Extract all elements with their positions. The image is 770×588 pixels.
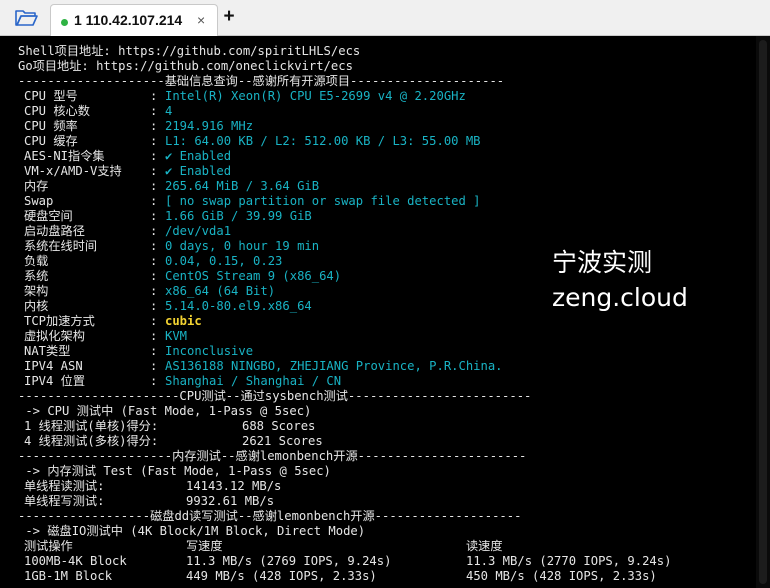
watermark-line1: 宁波实测 [552, 248, 653, 277]
info-key: AES-NI指令集 [24, 149, 105, 163]
info-separator: : [150, 224, 158, 238]
tab-bar: 1 110.42.107.214 × + [0, 0, 770, 36]
watermark-line2: zeng.cloud [552, 283, 688, 312]
info-key: 系统在线时间 [24, 239, 98, 253]
info-value: 0.04, 0.15, 0.23 [165, 254, 283, 268]
info-key: 系统 [24, 269, 49, 283]
result-label: 单线程读测试: [24, 479, 105, 493]
terminal-output[interactable]: Shell项目地址: https://github.com/spiritLHLS… [0, 36, 770, 588]
disk-read-speed: 11.3 MB/s (2770 IOPS, 9.24s) [466, 554, 672, 568]
info-value: Inconclusive [165, 344, 254, 358]
result-value: 14143.12 MB/s [186, 479, 282, 493]
info-key: IPV4 位置 [24, 374, 86, 388]
result-label: 1 线程测试(单核)得分: [24, 419, 159, 433]
info-separator: : [150, 374, 158, 388]
shell-repo-text: Shell项目地址: https://github.com/spiritLHLS… [18, 44, 361, 58]
tab-title: 1 110.42.107.214 [74, 12, 183, 28]
disk-write-speed: 449 MB/s (428 IOPS, 2.33s) [186, 569, 377, 583]
info-separator: : [150, 209, 158, 223]
info-key: VM-x/AMD-V支持 [24, 164, 122, 178]
info-value: AS136188 NINGBO, ZHEJIANG Province, P.R.… [165, 359, 503, 373]
memory-test-mode: -> 内存测试 Test (Fast Mode, 1-Pass @ 5sec) [18, 464, 331, 478]
connection-status-dot [61, 19, 68, 26]
info-key: IPV4 ASN [24, 359, 83, 373]
info-separator: : [150, 269, 158, 283]
info-key: 启动盘路径 [24, 224, 85, 238]
info-value: 265.64 MiB / 3.64 GiB [165, 179, 320, 193]
info-value-highlight: cubic [165, 314, 202, 328]
result-value: 2621 Scores [242, 434, 323, 448]
info-key: 虚拟化架构 [24, 329, 85, 343]
info-value: CentOS Stream 9 (x86_64) [165, 269, 342, 283]
cpu-test-mode: -> CPU 测试中 (Fast Mode, 1-Pass @ 5sec) [18, 404, 312, 418]
info-separator: : [150, 89, 158, 103]
info-key: CPU 核心数 [24, 104, 90, 118]
info-key: 负载 [24, 254, 49, 268]
section-header-disk: ------------------磁盘dd读写测试--感谢lemonbench… [18, 509, 522, 523]
info-key: 内存 [24, 179, 49, 193]
info-separator: : [150, 104, 158, 118]
section-header-memory: ---------------------内存测试--感谢lemonbench开… [18, 449, 527, 463]
info-separator: : [150, 314, 158, 328]
disk-operation: 100MB-4K Block [24, 554, 127, 568]
info-separator: : [150, 254, 158, 268]
folder-open-icon[interactable] [14, 8, 38, 28]
info-value: /dev/vda1 [165, 224, 232, 238]
close-icon[interactable]: × [197, 12, 205, 28]
info-value: ✔ Enabled [165, 149, 232, 163]
info-key: CPU 型号 [24, 89, 78, 103]
new-tab-button[interactable]: + [220, 5, 238, 29]
go-repo-text: Go项目地址: https://github.com/oneclickvirt/… [18, 59, 353, 73]
result-label: 4 线程测试(多核)得分: [24, 434, 159, 448]
disk-test-mode: -> 磁盘IO测试中 (4K Block/1M Block, Direct Mo… [18, 524, 366, 538]
info-separator: : [150, 344, 158, 358]
info-separator: : [150, 119, 158, 133]
disk-operation: 1GB-1M Block [24, 569, 113, 583]
info-key: 架构 [24, 284, 49, 298]
info-separator: : [150, 164, 158, 178]
info-separator: : [150, 179, 158, 193]
result-value: 9932.61 MB/s [186, 494, 275, 508]
info-key: Swap [24, 194, 54, 208]
info-key: TCP加速方式 [24, 314, 95, 328]
info-value: Intel(R) Xeon(R) CPU E5-2699 v4 @ 2.20GH… [165, 89, 466, 103]
result-label: 单线程写测试: [24, 494, 105, 508]
section-header-cpu: ----------------------CPU测试--通过sysbench测… [18, 389, 532, 403]
info-separator: : [150, 239, 158, 253]
info-value: 2194.916 MHz [165, 119, 254, 133]
info-value: x86_64 (64 Bit) [165, 284, 276, 298]
column-header-operation: 测试操作 [24, 539, 73, 553]
info-separator: : [150, 299, 158, 313]
disk-read-speed: 450 MB/s (428 IOPS, 2.33s) [466, 569, 657, 583]
info-separator: : [150, 329, 158, 343]
info-value: L1: 64.00 KB / L2: 512.00 KB / L3: 55.00… [165, 134, 481, 148]
info-separator: : [150, 284, 158, 298]
info-separator: : [150, 194, 158, 208]
info-separator: : [150, 134, 158, 148]
section-header-basic: --------------------基础信息查询--感谢所有开源项目----… [18, 74, 505, 88]
info-value: 0 days, 0 hour 19 min [165, 239, 320, 253]
info-key: 硬盘空间 [24, 209, 73, 223]
info-value: [ no swap partition or swap file detecte… [165, 194, 481, 208]
info-key: 内核 [24, 299, 49, 313]
info-value: Shanghai / Shanghai / CN [165, 374, 342, 388]
column-header-read: 读速度 [466, 539, 503, 553]
info-separator: : [150, 359, 158, 373]
result-value: 688 Scores [242, 419, 316, 433]
info-value: 5.14.0-80.el9.x86_64 [165, 299, 312, 313]
info-key: CPU 频率 [24, 119, 78, 133]
info-value: 1.66 GiB / 39.99 GiB [165, 209, 312, 223]
disk-write-speed: 11.3 MB/s (2769 IOPS, 9.24s) [186, 554, 392, 568]
info-key: NAT类型 [24, 344, 71, 358]
scrollbar-thumb[interactable] [759, 40, 767, 584]
info-value: ✔ Enabled [165, 164, 232, 178]
info-key: CPU 缓存 [24, 134, 78, 148]
column-header-write: 写速度 [186, 539, 223, 553]
tab-session[interactable]: 1 110.42.107.214 × [50, 4, 218, 36]
terminal-scrollbar[interactable] [756, 36, 770, 588]
info-value: KVM [165, 329, 188, 343]
info-separator: : [150, 149, 158, 163]
info-value: 4 [165, 104, 173, 118]
